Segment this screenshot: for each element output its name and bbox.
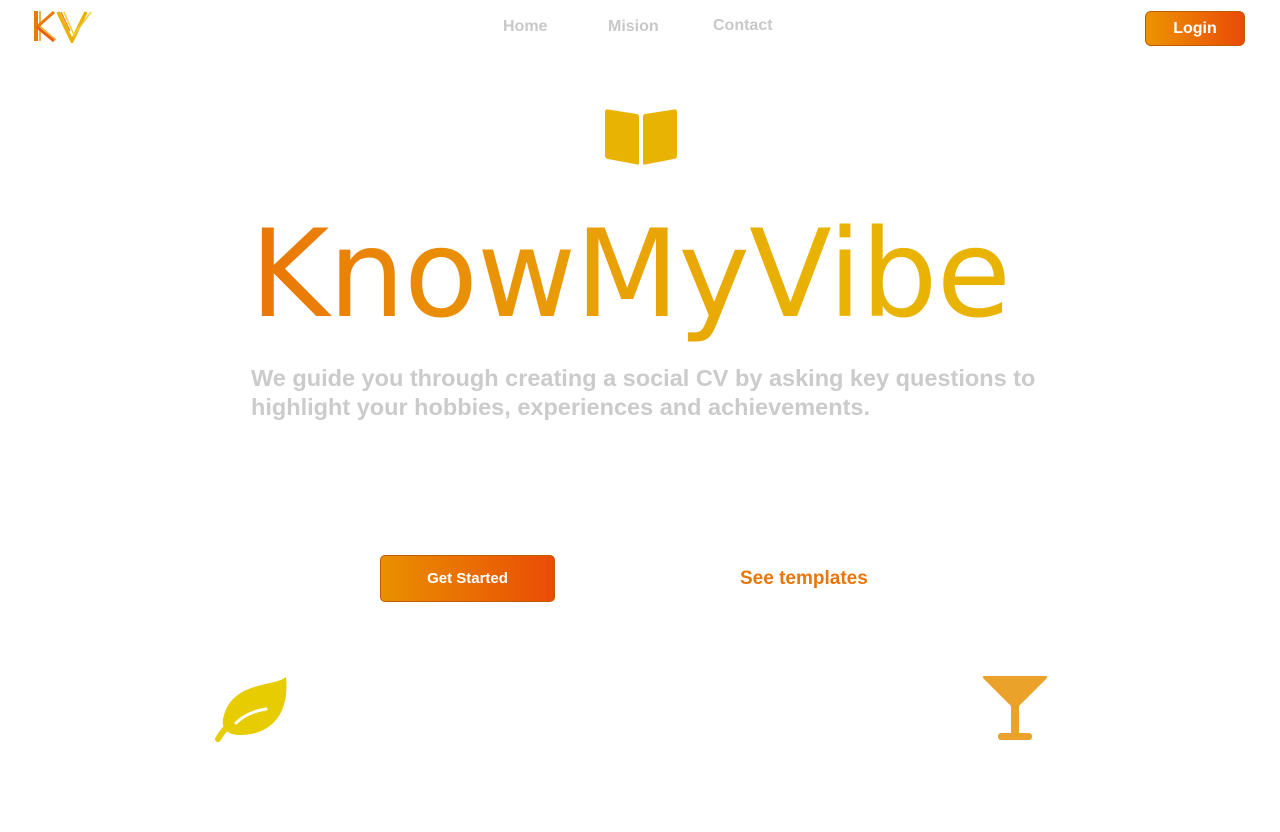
leaf-icon (215, 677, 287, 742)
book-icon (605, 109, 677, 165)
kv-logo[interactable] (34, 9, 94, 43)
nav-mision-link[interactable]: Mision (608, 18, 659, 36)
get-started-button[interactable]: Get Started (380, 555, 555, 602)
hero-title: KnowMyVibe (250, 200, 1050, 350)
nav-home-link[interactable]: Home (503, 18, 547, 36)
hero-subtitle: We guide you through creating a social C… (251, 365, 1036, 420)
see-templates-link[interactable]: See templates (740, 568, 868, 590)
cocktail-glass-icon (982, 676, 1048, 740)
nav-contact-link[interactable]: Contact (713, 17, 773, 35)
login-button[interactable]: Login (1145, 11, 1245, 46)
